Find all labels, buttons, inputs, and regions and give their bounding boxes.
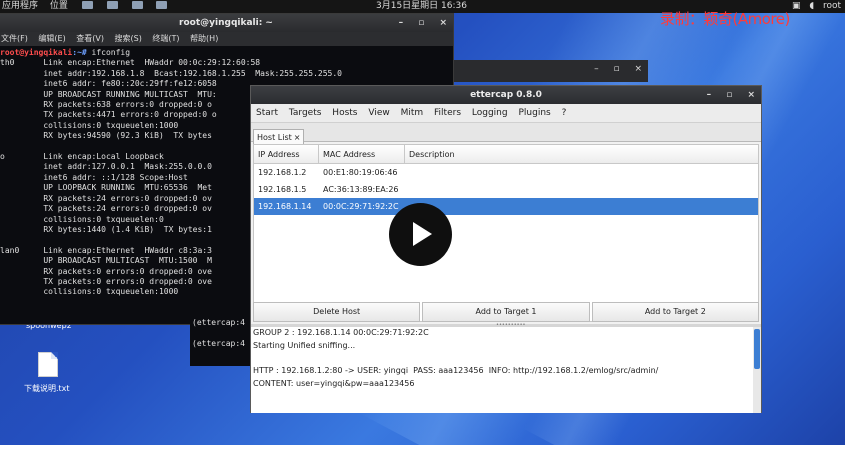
user-menu[interactable]: root [823, 1, 841, 11]
background-window-controls: – ▫ × [582, 64, 642, 74]
menu-logging[interactable]: Logging [472, 108, 508, 118]
maximize-button[interactable]: ▫ [418, 18, 424, 28]
close-button[interactable]: × [747, 90, 755, 100]
close-button[interactable]: × [634, 64, 642, 74]
menu-help[interactable]: 帮助(H) [190, 34, 218, 43]
cell-ip: 192.168.1.2 [258, 168, 307, 177]
host-list-table: IP Address MAC Address Description 192.1… [253, 144, 759, 322]
terminal-launcher-icon[interactable] [106, 1, 118, 9]
tab-label: Host List [257, 133, 292, 142]
files-launcher-icon[interactable] [131, 1, 143, 9]
ettercap-menubar: Start Targets Hosts View Mitm Filters Lo… [251, 104, 761, 123]
cell-mac: 00:0C:29:71:92:2C [323, 202, 399, 211]
table-row[interactable]: 192.168.1.2 00:E1:80:19:06:46 [254, 164, 758, 181]
menu-edit[interactable]: 编辑(E) [38, 34, 65, 43]
recording-watermark: 录制：颖奇(Amore) [660, 10, 790, 28]
applications-menu[interactable]: 应用程序 [2, 1, 38, 11]
cell-ip: 192.168.1.14 [258, 202, 312, 211]
terminal-stderr-lines: (ettercap:4 (ettercap:4 [190, 318, 254, 366]
ettercap-controls: – ▫ × [695, 86, 755, 104]
table-row[interactable]: 192.168.1.5 AC:36:13:89:EA:26 [254, 181, 758, 198]
cell-ip: 192.168.1.5 [258, 185, 307, 194]
add-to-target1-button[interactable]: Add to Target 1 [422, 302, 590, 322]
volume-icon[interactable]: ◖ [809, 1, 814, 11]
cell-mac: 00:E1:80:19:06:46 [323, 168, 398, 177]
menu-terminal[interactable]: 终端(T) [152, 34, 179, 43]
prompt-user: root@yingqikali [0, 48, 73, 57]
add-to-target2-button[interactable]: Add to Target 2 [591, 302, 759, 322]
menu-help[interactable]: ? [562, 108, 567, 118]
ettercap-titlebar[interactable]: ettercap 0.8.0 – ▫ × [251, 86, 761, 104]
minimize-button[interactable]: – [707, 90, 712, 100]
table-row-selected[interactable]: 192.168.1.14 00:0C:29:71:92:2C [254, 198, 758, 215]
cell-description [405, 198, 758, 215]
ettercap-window: ettercap 0.8.0 – ▫ × Start Targets Hosts… [250, 85, 762, 413]
column-mac-address[interactable]: MAC Address [319, 145, 405, 163]
desktop-icon-label-readme[interactable]: 下载说明.txt [24, 383, 70, 394]
menu-search[interactable]: 搜索(S) [115, 34, 142, 43]
terminal-command: ifconfig [91, 48, 131, 57]
menu-view[interactable]: View [368, 108, 389, 118]
minimize-button[interactable]: – [399, 18, 404, 28]
column-description[interactable]: Description [405, 145, 757, 163]
places-menu[interactable]: 位置 [50, 1, 68, 11]
delete-host-button[interactable]: Delete Host [253, 302, 421, 322]
cell-description [405, 181, 758, 198]
cell-mac: AC:36:13:89:EA:26 [323, 185, 399, 194]
maximize-button[interactable]: ▫ [613, 64, 619, 74]
video-play-button[interactable] [389, 203, 452, 266]
scrollbar-thumb[interactable] [754, 329, 760, 369]
terminal-menubar: 文件(F) 编辑(E) 查看(V) 搜索(S) 终端(T) 帮助(H) [0, 32, 453, 46]
play-icon [413, 222, 432, 246]
menu-file[interactable]: 文件(F) [1, 34, 28, 43]
menu-start[interactable]: Start [256, 108, 278, 118]
maximize-button[interactable]: ▫ [726, 90, 732, 100]
column-ip-address[interactable]: IP Address [254, 145, 319, 163]
prompt-path: :~# [72, 48, 87, 57]
minimize-button[interactable]: – [594, 64, 599, 74]
text-file-icon[interactable] [38, 352, 58, 377]
terminal-titlebar[interactable]: root@yingqikali: ~ – ▫ × [0, 14, 453, 32]
cell-description [405, 164, 758, 181]
menu-hosts[interactable]: Hosts [332, 108, 357, 118]
menu-view[interactable]: 查看(V) [76, 34, 104, 43]
desktop: 应用程序 位置 3月15日星期日 16:36 ▣ ◖ root 录制：颖奇(Am… [0, 0, 845, 445]
network-icon[interactable]: ▣ [792, 1, 801, 11]
background-window-titlebar[interactable]: – ▫ × [448, 60, 648, 82]
host-actions: Delete Host Add to Target 1 Add to Targe… [253, 302, 759, 324]
menu-targets[interactable]: Targets [289, 108, 322, 118]
menu-plugins[interactable]: Plugins [518, 108, 550, 118]
menu-mitm[interactable]: Mitm [401, 108, 424, 118]
menu-filters[interactable]: Filters [434, 108, 461, 118]
screen-launcher-icon[interactable] [156, 1, 168, 9]
log-output[interactable]: GROUP 2 : 192.168.1.14 00:0C:29:71:92:2C… [251, 327, 753, 413]
table-header: IP Address MAC Address Description [254, 145, 758, 164]
terminal-controls: – ▫ × [387, 14, 447, 32]
ettercap-title: ettercap 0.8.0 [470, 90, 542, 100]
close-button[interactable]: × [439, 18, 447, 28]
system-tray: ▣ ◖ root [786, 0, 841, 13]
browser-launcher-icon[interactable] [81, 1, 93, 9]
panel-menu: 应用程序 位置 [2, 0, 176, 13]
tab-close-icon[interactable]: × [294, 133, 301, 142]
log-scrollbar[interactable] [753, 327, 761, 413]
terminal-title: root@yingqikali: ~ [179, 18, 273, 28]
tab-bar: Host List × [251, 123, 761, 146]
panel-clock[interactable]: 3月15日星期日 16:36 [376, 0, 467, 13]
